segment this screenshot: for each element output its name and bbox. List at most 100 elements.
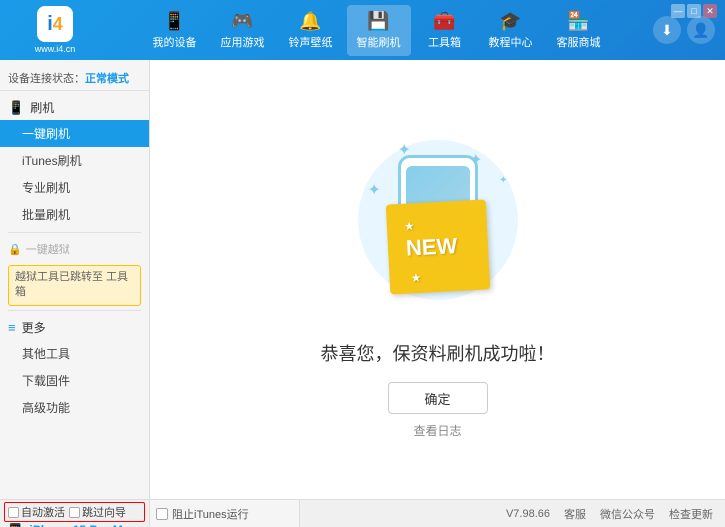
success-illustration: ✦ ✦ ✦ ✦ NEW xyxy=(338,120,538,320)
logo-url: www.i4.cn xyxy=(35,44,76,54)
flash-nav-icon: 💾 xyxy=(367,11,389,32)
itunes-stop-bar: 阻止iTunes运行 xyxy=(150,500,300,527)
divider-2 xyxy=(8,310,141,311)
success-message: 恭喜您，保资料刷机成功啦！ xyxy=(321,340,555,366)
status-value: 正常模式 xyxy=(85,73,129,85)
device-details: iPhone 15 Pro Max 512GB iPhone xyxy=(29,523,136,527)
tutorial-icon: 🎓 xyxy=(499,11,521,32)
customer-service-link[interactable]: 客服 xyxy=(564,506,586,522)
nav-service-label: 客服商城 xyxy=(557,34,601,50)
logo-icon: i4 xyxy=(37,6,73,42)
auto-options: 自动激活 跳过向导 xyxy=(4,502,145,522)
sidebar-item-batch-flash[interactable]: 批量刷机 xyxy=(0,201,149,228)
minimize-button[interactable]: — xyxy=(671,4,685,18)
nav-app-games[interactable]: 🎮 应用游戏 xyxy=(211,5,275,56)
close-button[interactable]: ✕ xyxy=(703,4,717,18)
user-button[interactable]: 👤 xyxy=(687,16,715,44)
nav-tutorial[interactable]: 🎓 教程中心 xyxy=(479,5,543,56)
skip-guide-option[interactable]: 跳过向导 xyxy=(69,504,126,520)
auto-activate-label: 自动激活 xyxy=(21,504,65,520)
download-button[interactable]: ⬇ xyxy=(653,16,681,44)
batch-flash-label: 批量刷机 xyxy=(22,208,70,222)
phone-small-icon: 📱 xyxy=(4,523,26,527)
footer: 自动激活 跳过向导 📱 iPhone 15 Pro Max 512GB iPho… xyxy=(0,499,725,527)
sidebar-item-itunes-flash[interactable]: iTunes刷机 xyxy=(0,147,149,174)
flash-section-header[interactable]: 📱 刷机 xyxy=(0,95,149,120)
toolbox-icon: 🧰 xyxy=(433,11,455,32)
confirm-button[interactable]: 确定 xyxy=(388,382,488,414)
new-ribbon: NEW xyxy=(385,199,490,294)
window-controls: — □ ✕ xyxy=(671,4,717,18)
nav-ringtones[interactable]: 🔔 铃声壁纸 xyxy=(279,5,343,56)
more-label: 更多 xyxy=(22,319,46,336)
jailbreak-section: 🔒 一键越狱 越狱工具已跳转至 工具箱 xyxy=(0,237,149,306)
new-label: NEW xyxy=(405,233,458,261)
sidebar-item-advanced[interactable]: 高级功能 xyxy=(0,394,149,421)
auto-activate-checkbox[interactable] xyxy=(8,507,19,518)
ringtone-icon: 🔔 xyxy=(299,11,321,32)
status-bar: 设备连接状态：正常模式 xyxy=(0,66,149,91)
divider-1 xyxy=(8,232,141,233)
advanced-label: 高级功能 xyxy=(22,401,70,415)
sparkle-3: ✦ xyxy=(368,180,381,200)
jailbreak-section-header: 🔒 一键越狱 xyxy=(0,237,149,261)
sparkle-1: ✦ xyxy=(398,140,411,160)
sidebar-item-download-fw[interactable]: 下载固件 xyxy=(0,367,149,394)
device-entry: 📱 iPhone 15 Pro Max 512GB iPhone xyxy=(4,523,145,527)
nav-smart-flash[interactable]: 💾 智能刷机 xyxy=(347,5,411,56)
nav-bar: 📱 我的设备 🎮 应用游戏 🔔 铃声壁纸 💾 智能刷机 🧰 工具箱 🎓 xyxy=(100,5,653,56)
service-icon: 🏪 xyxy=(567,11,589,32)
sidebar-item-pro-flash[interactable]: 专业刷机 xyxy=(0,174,149,201)
one-key-flash-label: 一键刷机 xyxy=(22,127,70,141)
nav-smart-flash-label: 智能刷机 xyxy=(357,34,401,50)
more-icon: ≡ xyxy=(8,320,16,335)
jailbreak-notice-text: 越狱工具已跳转至 工具箱 xyxy=(15,271,128,298)
auto-activate-option[interactable]: 自动激活 xyxy=(8,504,65,520)
nav-toolbox[interactable]: 🧰 工具箱 xyxy=(415,5,475,56)
sidebar-item-one-key-flash[interactable]: 一键刷机 xyxy=(0,120,149,147)
status-label: 设备连接状态： xyxy=(8,73,85,85)
sidebar: 设备连接状态：正常模式 📱 刷机 一键刷机 iTunes刷机 专业刷机 xyxy=(0,60,150,499)
app-icon: 🎮 xyxy=(231,11,253,32)
maximize-button[interactable]: □ xyxy=(687,4,701,18)
confirm-label: 确定 xyxy=(424,389,450,408)
nav-app-games-label: 应用游戏 xyxy=(221,34,265,50)
jailbreak-label: 一键越狱 xyxy=(26,241,70,257)
header-right: ⬇ 👤 xyxy=(653,16,715,44)
pro-flash-label: 专业刷机 xyxy=(22,181,70,195)
itunes-checkbox[interactable] xyxy=(156,508,168,520)
device-name: iPhone 15 Pro Max xyxy=(29,523,136,527)
more-section: ≡ 更多 其他工具 下载固件 高级功能 xyxy=(0,315,149,421)
jailbreak-notice: 越狱工具已跳转至 工具箱 xyxy=(8,265,141,306)
flash-section-label: 刷机 xyxy=(30,99,54,116)
flash-section: 📱 刷机 一键刷机 iTunes刷机 专业刷机 批量刷机 xyxy=(0,95,149,228)
sparkle-2: ✦ xyxy=(469,150,482,170)
wechat-link[interactable]: 微信公众号 xyxy=(600,506,655,522)
view-log-link[interactable]: 查看日志 xyxy=(413,422,461,439)
other-tools-label: 其他工具 xyxy=(22,347,70,361)
version-label: V7.98.66 xyxy=(506,508,550,520)
more-section-header[interactable]: ≡ 更多 xyxy=(0,315,149,340)
nav-my-device-label: 我的设备 xyxy=(153,34,197,50)
main-content: ✦ ✦ ✦ ✦ NEW 恭喜您，保资料刷机成功啦！ 确定 查看日志 xyxy=(150,60,725,499)
skip-guide-label: 跳过向导 xyxy=(82,504,126,520)
sparkle-4: ✦ xyxy=(499,175,507,186)
itunes-flash-label: iTunes刷机 xyxy=(22,154,82,168)
itunes-label: 阻止iTunes运行 xyxy=(172,506,249,522)
lock-icon: 🔒 xyxy=(8,243,22,256)
download-fw-label: 下载固件 xyxy=(22,374,70,388)
nav-toolbox-label: 工具箱 xyxy=(428,34,461,50)
flash-section-icon: 📱 xyxy=(8,100,24,116)
skip-guide-checkbox[interactable] xyxy=(69,507,80,518)
nav-my-device[interactable]: 📱 我的设备 xyxy=(143,5,207,56)
app-logo: i4 www.i4.cn xyxy=(10,6,100,54)
check-update-link[interactable]: 检查更新 xyxy=(669,506,713,522)
nav-tutorial-label: 教程中心 xyxy=(489,34,533,50)
nav-ringtones-label: 铃声壁纸 xyxy=(289,34,333,50)
footer-right: V7.98.66 客服 微信公众号 检查更新 xyxy=(300,500,725,527)
sidebar-item-other-tools[interactable]: 其他工具 xyxy=(0,340,149,367)
device-icon: 📱 xyxy=(163,11,185,32)
header: — □ ✕ i4 www.i4.cn 📱 我的设备 🎮 应用游戏 🔔 铃声壁纸 xyxy=(0,0,725,60)
sidebar-footer: 自动激活 跳过向导 📱 iPhone 15 Pro Max 512GB iPho… xyxy=(0,500,150,527)
nav-service[interactable]: 🏪 客服商城 xyxy=(547,5,611,56)
